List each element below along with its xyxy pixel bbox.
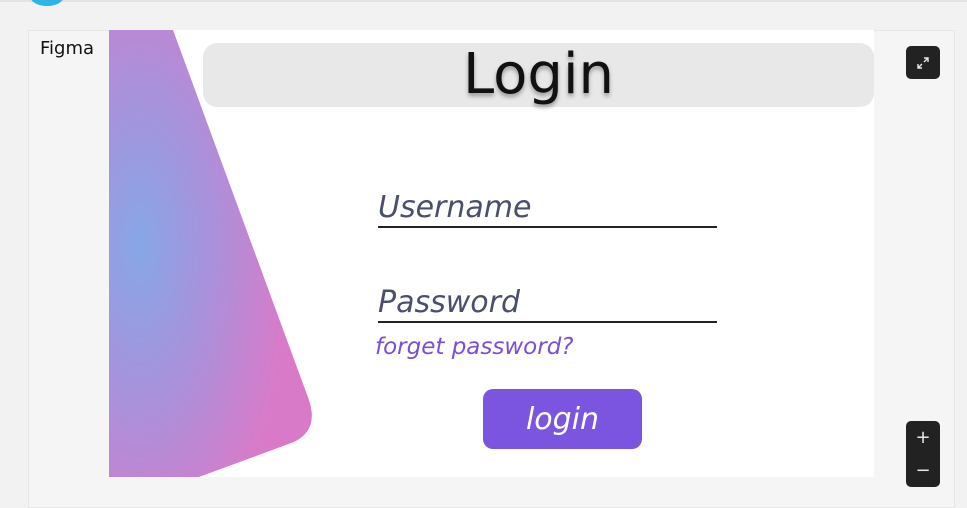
- expand-button[interactable]: [906, 46, 940, 79]
- design-canvas: Login forget password? login: [109, 30, 874, 477]
- app-logo-icon: [30, 0, 64, 6]
- title-bar: Login: [203, 43, 874, 107]
- embed-label: Figma: [40, 38, 95, 59]
- zoom-out-button[interactable]: −: [906, 454, 940, 487]
- expand-arrows-icon: [917, 56, 929, 69]
- password-input[interactable]: [378, 283, 717, 321]
- zoom-in-button[interactable]: +: [906, 421, 940, 454]
- password-field-wrapper: [378, 283, 717, 323]
- login-button[interactable]: login: [483, 389, 642, 449]
- zoom-controls: + −: [906, 421, 940, 487]
- forget-password-link[interactable]: forget password?: [375, 334, 574, 360]
- username-input[interactable]: [378, 188, 717, 226]
- username-field-wrapper: [378, 188, 717, 228]
- page-title: Login: [462, 42, 615, 107]
- top-divider: [0, 0, 967, 2]
